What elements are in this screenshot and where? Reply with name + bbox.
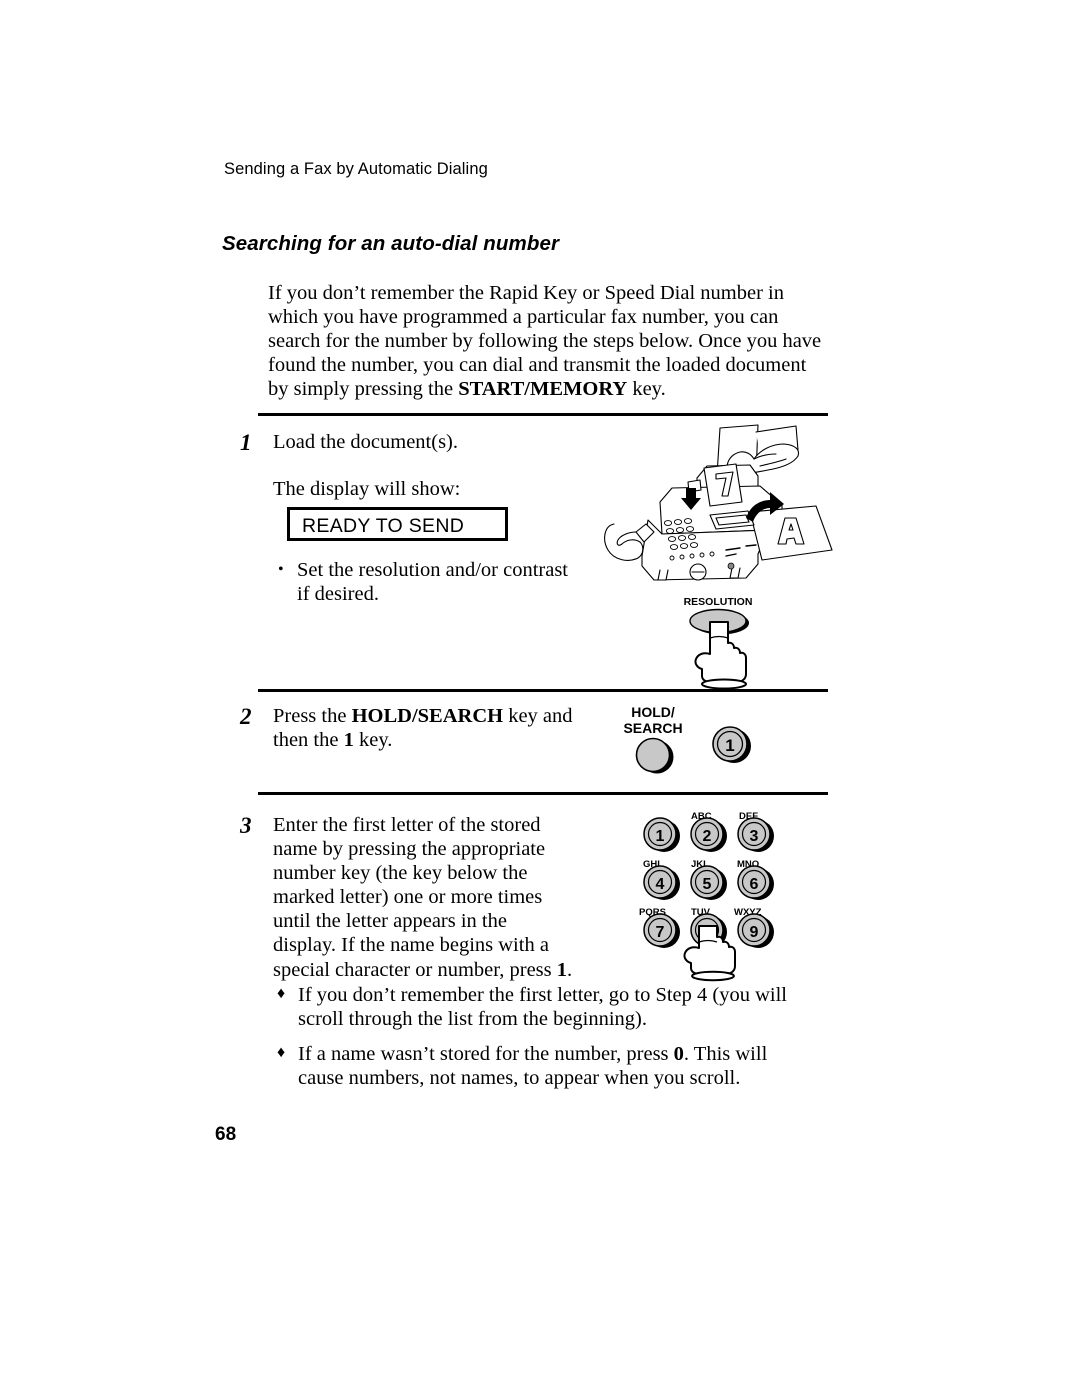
resolution-button-label: RESOLUTION xyxy=(684,596,753,608)
svg-text:4: 4 xyxy=(656,876,665,893)
svg-text:5: 5 xyxy=(703,876,712,893)
hold-search-label-line1: HOLD/ xyxy=(631,704,675,720)
section-divider xyxy=(258,413,828,416)
numeric-keypad-illustration: ABC DEF 1 2 3 GHI JKL MNO 4 5 6 PQRS TUV… xyxy=(635,802,805,982)
key-1-digit-label: 1 xyxy=(725,736,734,755)
diamond-bullet-icon: ♦ xyxy=(277,1044,286,1061)
key-0-term: 0 xyxy=(673,1043,684,1065)
svg-text:6: 6 xyxy=(750,876,759,893)
svg-text:1: 1 xyxy=(656,828,665,845)
step-number-2: 2 xyxy=(240,704,252,729)
step-1-line-1: Load the document(s). xyxy=(273,431,459,453)
step-number-3: 3 xyxy=(240,813,252,838)
step-1-bullet-text: Set the resolution and/or contrast if de… xyxy=(297,559,568,606)
page-number: 68 xyxy=(215,1124,237,1145)
lcd-display-box: READY TO SEND xyxy=(287,507,508,541)
diamond-bullet-icon: ♦ xyxy=(277,985,286,1002)
step-1-line-2: The display will show: xyxy=(273,478,461,500)
key-1-term: 1 xyxy=(556,958,568,981)
note-1-part-1: If you don’t remember the first letter, … xyxy=(298,984,787,1031)
resolution-button-illustration: RESOLUTION xyxy=(640,592,800,690)
step-1-bullet: • Set the resolution and/or contrast if … xyxy=(278,558,578,606)
svg-text:3: 3 xyxy=(750,828,759,845)
lcd-display-text: READY TO SEND xyxy=(302,515,465,537)
step-2-text: Press the HOLD/SEARCH key and then the 1… xyxy=(273,704,593,752)
note-bullet-2-text: If a name wasn’t stored for the number, … xyxy=(298,1042,817,1090)
section-divider xyxy=(258,689,828,692)
key-1-term: 1 xyxy=(343,729,354,752)
svg-text:2: 2 xyxy=(703,828,712,845)
start-memory-key-term: START/MEMORY xyxy=(458,378,628,401)
note-bullet-2: ♦ If a name wasn’t stored for the number… xyxy=(277,1042,817,1090)
intro-paragraph: If you don’t remember the Rapid Key or S… xyxy=(268,281,824,401)
document-page: Sending a Fax by Automatic Dialing Searc… xyxy=(0,0,1080,1397)
svg-text:9: 9 xyxy=(750,924,759,941)
bullet-dot-icon: • xyxy=(278,561,284,578)
section-divider xyxy=(258,792,828,795)
fax-machine-illustration xyxy=(600,420,850,600)
hold-search-button-illustration: HOLD/ SEARCH 1 xyxy=(605,702,770,782)
step-2-text-3: key. xyxy=(353,729,393,752)
note-2-part-1: If a name wasn’t stored for the number, … xyxy=(298,1043,674,1065)
hold-search-key-term: HOLD/SEARCH xyxy=(351,705,504,727)
page-title: Searching for an auto-dial number xyxy=(222,232,560,255)
step-3-text-1: Enter the first letter of the stored nam… xyxy=(273,814,557,981)
step-number-1: 1 xyxy=(240,430,252,455)
intro-text-after: key. xyxy=(627,378,666,401)
note-bullet-1: ♦ If you don’t remember the first letter… xyxy=(277,983,817,1031)
step-2-text-1: Press the xyxy=(273,705,352,727)
hold-search-label-line2: SEARCH xyxy=(623,720,682,736)
svg-text:7: 7 xyxy=(656,924,665,941)
step-3-text: Enter the first letter of the stored nam… xyxy=(273,813,573,982)
note-bullet-1-text: If you don’t remember the first letter, … xyxy=(298,983,817,1031)
running-header: Sending a Fax by Automatic Dialing xyxy=(224,160,488,178)
step-3-text-2: . xyxy=(567,958,573,981)
